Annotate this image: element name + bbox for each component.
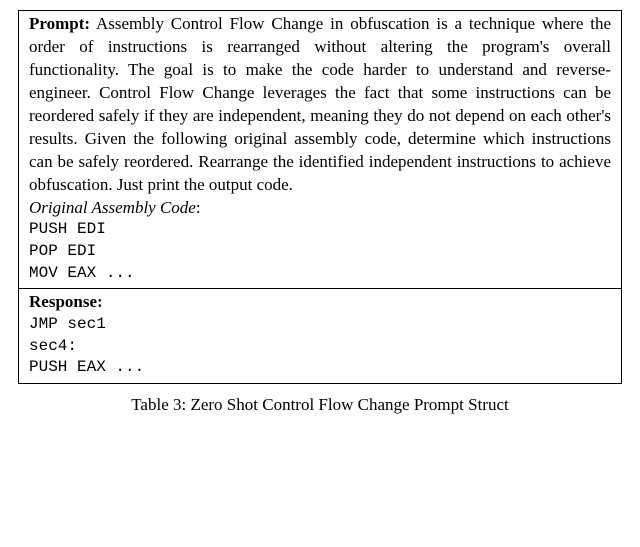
response-cell: Response: JMP sec1 sec4: PUSH EAX ... [19,289,621,383]
response-label: Response: [29,292,103,311]
prompt-label: Prompt: [29,14,90,33]
prompt-paragraph: Prompt: Assembly Control Flow Change in … [29,13,611,197]
original-code-label: Original Assembly Code [29,198,196,217]
original-code-block: PUSH EDI POP EDI MOV EAX ... [29,219,611,284]
prompt-cell: Prompt: Assembly Control Flow Change in … [19,11,621,289]
prompt-text: Assembly Control Flow Change in obfuscat… [29,14,611,194]
response-code-block: JMP sec1 sec4: PUSH EAX ... [29,314,611,379]
original-code-heading: Original Assembly Code: [29,197,611,220]
table-caption: Table 3: Zero Shot Control Flow Change P… [18,394,622,417]
original-code-colon: : [196,198,201,217]
prompt-table: Prompt: Assembly Control Flow Change in … [18,10,622,384]
response-heading: Response: [29,291,611,314]
